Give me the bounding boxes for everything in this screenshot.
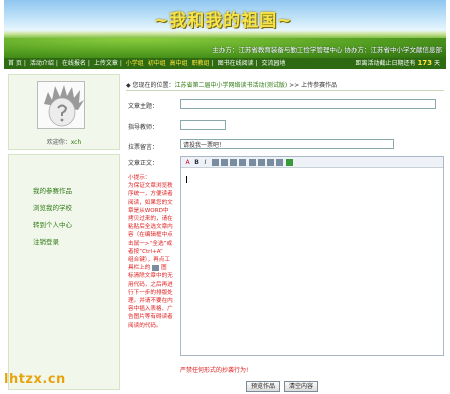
username[interactable]: xch (71, 139, 82, 146)
side-menu: 我的参赛作品 浏览我的学校 转到个人中心 注销登录 (8, 154, 120, 390)
nav-upload-article[interactable]: 上传文章 (94, 60, 118, 67)
nav-senior-group[interactable]: 高中组 (170, 60, 188, 67)
italic-icon[interactable]: I (202, 159, 209, 166)
preview-button[interactable]: 预览作品 (246, 381, 280, 392)
nav-online-signup[interactable]: 在线报名 (62, 60, 86, 67)
nav-forum[interactable]: 交流园地 (262, 60, 286, 67)
plagiarism-warning: 严禁任何形式的抄袭行为! (180, 367, 249, 374)
menu-my-entries[interactable]: 我的参赛作品 (33, 185, 72, 195)
clear-button[interactable]: 清空内容 (284, 381, 318, 392)
site-watermark: lhtzx.cn (4, 372, 66, 387)
site-title: ~我和我的祖国~ (154, 11, 293, 31)
nav-junior-group[interactable]: 初中组 (148, 60, 166, 67)
breadcrumb-activity-link[interactable]: 江苏省第二届中小学网络读书活动(测试版) (175, 82, 288, 89)
organizer-text: 主办方：江苏省教育装备与勤工俭学管理中心 协办方：江苏省中小学文献信息部 (212, 46, 442, 54)
ordered-list-icon[interactable] (249, 159, 256, 166)
menu-personal-center[interactable]: 转到个人中心 (33, 219, 72, 229)
days-remaining: 173 (417, 59, 433, 67)
nav-activity-intro[interactable]: 活动介绍 (30, 60, 54, 67)
font-color-icon[interactable]: A (184, 159, 191, 166)
breadcrumb: ◆ 您现在的位置：江苏省第二届中小学网络读书活动(测试版) >> 上传参赛作品 (126, 82, 338, 89)
justify-icon[interactable] (239, 159, 246, 166)
tips-title: 小提示： (128, 175, 151, 181)
message-label: 拉票留言： (128, 144, 159, 151)
title-label: 文章主题： (128, 103, 159, 110)
bold-icon[interactable]: B (193, 159, 200, 166)
header-banner: ~我和我的祖国~ 主办方：江苏省教育装备与勤工俭学管理中心 协办方：江苏省中小学… (4, 0, 446, 58)
menu-browse-school[interactable]: 浏览我的学校 (33, 202, 72, 212)
clean-code-icon (152, 264, 160, 271)
unordered-list-icon[interactable] (258, 159, 265, 166)
rich-text-editor[interactable]: A B I (180, 156, 444, 356)
teacher-input[interactable] (180, 120, 226, 130)
teacher-label: 指导教师： (128, 124, 159, 131)
nav-primary-group[interactable]: 小学组 (126, 60, 144, 67)
default-avatar-icon (38, 82, 84, 128)
editor-toolbar: A B I (181, 157, 443, 168)
deadline-countdown: 距离活动截止日期还有 173 天 (355, 59, 441, 67)
breadcrumb-current: 上传参赛作品 (301, 82, 338, 89)
align-left-icon[interactable] (212, 159, 219, 166)
align-center-icon[interactable] (221, 159, 228, 166)
nav-online-reading[interactable]: 图书在线阅读 (218, 60, 254, 67)
avatar (37, 81, 85, 129)
text-caret (186, 176, 187, 183)
insert-image-icon[interactable] (286, 159, 293, 166)
nav-vocational-group[interactable]: 职教组 (192, 60, 210, 67)
user-panel: 欢迎你：xch (8, 74, 120, 150)
welcome-text: 欢迎你：xch (46, 139, 82, 146)
outdent-icon[interactable] (267, 159, 274, 166)
body-label: 文章正文： (128, 160, 159, 167)
align-right-icon[interactable] (230, 159, 237, 166)
tips-box: 小提示： 为保证文章浏览秩 序统一，方便读者 阅读，如果您的文 章是从WORD中… (128, 174, 176, 330)
nav-home[interactable]: 首 页 (8, 60, 22, 67)
main-nav: 首 页 | 活动介绍 | 在线报名 | 上传文章 | 小学组 初中组 高中组 职教组 | … (4, 58, 446, 69)
menu-logout[interactable]: 注销登录 (33, 236, 59, 246)
title-input[interactable] (180, 99, 436, 109)
indent-icon[interactable] (276, 159, 283, 166)
message-input[interactable] (180, 139, 394, 149)
divider (126, 90, 444, 91)
